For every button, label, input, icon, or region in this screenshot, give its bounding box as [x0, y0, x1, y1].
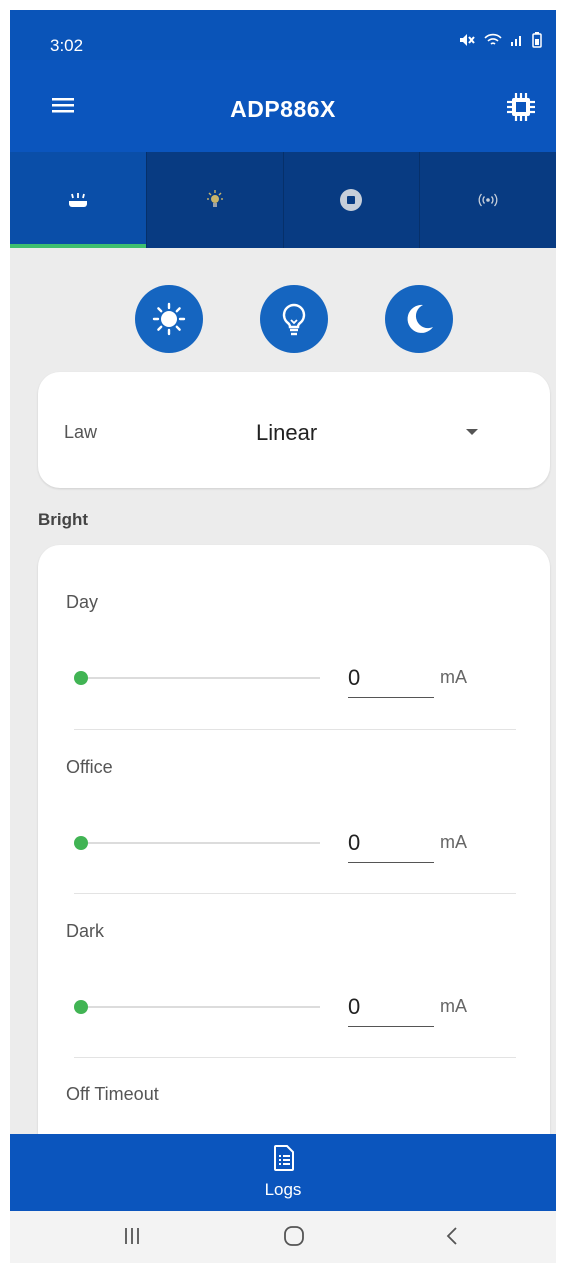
day-slider-track[interactable] [80, 677, 320, 679]
logs-button[interactable]: Logs [10, 1134, 556, 1211]
row-label: Day [66, 592, 99, 612]
day-mode-button[interactable] [135, 285, 203, 353]
tab-stop[interactable] [284, 152, 421, 248]
tab-bar [10, 152, 556, 248]
lightbulb-icon [282, 303, 306, 336]
mode-buttons [10, 285, 556, 355]
row-label: Off Timeout [66, 1084, 159, 1104]
bright-section-title: Bright [38, 510, 89, 529]
bright-row-day: Day mA [38, 545, 550, 709]
recent-apps-icon[interactable] [122, 1223, 142, 1249]
logs-label: Logs [264, 1180, 302, 1199]
broadcast-icon [478, 193, 498, 207]
mute-icon [460, 34, 475, 46]
wifi-icon [484, 33, 502, 45]
tab-led-bar[interactable] [10, 152, 147, 248]
app-bar: ADP886X [10, 60, 556, 152]
bright-row-dark: Dark mA [38, 874, 550, 1038]
led-bar-icon [68, 193, 87, 207]
dark-current-input[interactable] [348, 987, 434, 1027]
sun-icon [152, 302, 186, 336]
law-select[interactable]: Linear [256, 420, 317, 446]
day-slider-thumb[interactable] [74, 671, 88, 685]
dark-mode-button[interactable] [385, 285, 453, 353]
back-icon[interactable] [444, 1223, 460, 1249]
stop-icon [340, 189, 363, 211]
day-current-input[interactable] [348, 658, 434, 698]
law-card: Law Linear [38, 372, 550, 488]
tab-bulb[interactable] [147, 152, 284, 248]
dropdown-caret-icon[interactable] [466, 429, 478, 435]
office-slider-track[interactable] [80, 842, 320, 844]
office-slider-thumb[interactable] [74, 836, 88, 850]
unit-label: mA [440, 832, 467, 852]
office-mode-button[interactable] [260, 285, 328, 353]
dark-slider-thumb[interactable] [74, 1000, 88, 1014]
status-icons [458, 32, 542, 48]
law-label: Law [64, 422, 98, 442]
tab-broadcast[interactable] [420, 152, 556, 248]
status-bar: 3:02 [10, 10, 556, 60]
status-time: 3:02 [50, 36, 84, 55]
chip-icon[interactable] [504, 90, 538, 124]
moon-icon [407, 304, 433, 333]
bright-row-office: Office mA [38, 710, 550, 874]
phone-screen: 3:02 ADP886X Law Linear Bright Day 0 mA … [10, 10, 556, 1263]
signal-icon [511, 36, 521, 46]
dark-slider-track[interactable] [80, 1006, 320, 1008]
battery-icon [532, 32, 542, 48]
office-current-input[interactable] [348, 823, 434, 863]
row-label: Office [66, 757, 113, 777]
logs-icon [274, 1145, 294, 1171]
home-icon[interactable] [282, 1223, 306, 1249]
unit-label: mA [440, 667, 467, 687]
unit-label: mA [440, 996, 467, 1016]
system-nav-bar [10, 1211, 556, 1263]
bulb-icon [206, 190, 223, 207]
row-label: Dark [66, 921, 105, 941]
app-title: ADP886X [230, 96, 336, 122]
